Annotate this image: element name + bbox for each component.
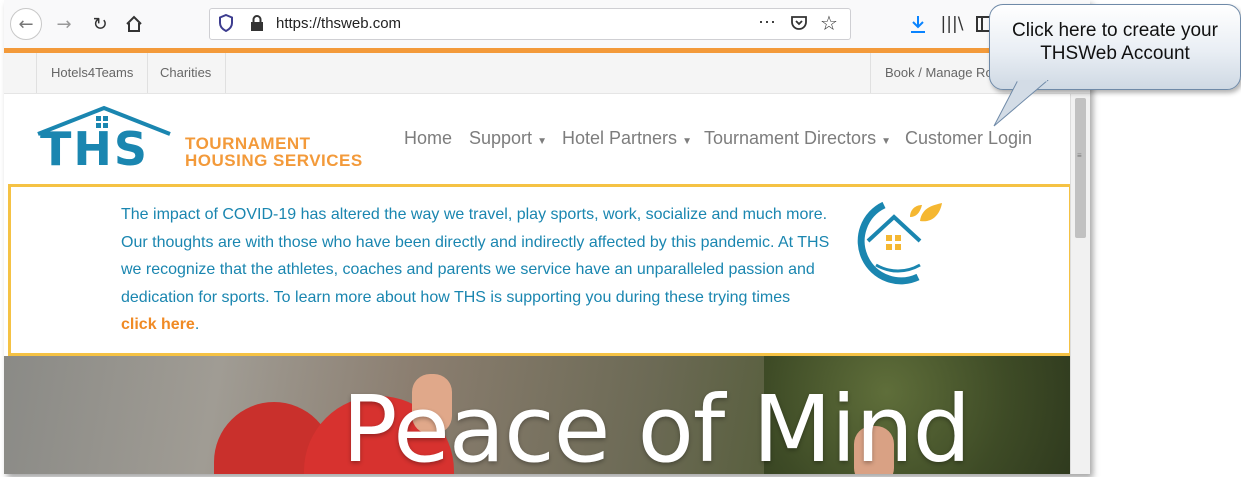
- covid-click-here-link[interactable]: click here: [121, 316, 195, 333]
- covid-link-suffix: .: [194, 316, 200, 333]
- callout-pointer: [993, 80, 1049, 127]
- annotation-callout: Click here to create your THSWeb Account: [989, 4, 1241, 90]
- logo-line-2: HOUSING SERVICES: [185, 151, 363, 170]
- back-arrow-icon[interactable]: ←: [10, 8, 42, 40]
- covid-message: The impact of COVID-19 has altered the w…: [121, 201, 861, 339]
- shield-icon[interactable]: [218, 13, 234, 37]
- home-icon[interactable]: [120, 10, 148, 38]
- covid-notice: The impact of COVID-19 has altered the w…: [8, 184, 1072, 356]
- book-manage-rooms-link[interactable]: Book / Manage Ro: [870, 53, 1007, 93]
- scrollbar-thumb[interactable]: ≡: [1075, 98, 1086, 238]
- browser-window: ← → ↻ https://thsweb.com ⋯ ☆ |||\ Hotels…: [4, 0, 1090, 474]
- caret-down-icon: ▼: [682, 136, 692, 147]
- covid-line: dedication for sports. To learn more abo…: [121, 288, 791, 306]
- nav-home[interactable]: Home: [404, 128, 452, 149]
- callout-line-1: Click here to create your: [1012, 20, 1218, 41]
- url-bar[interactable]: https://thsweb.com ⋯ ☆: [209, 8, 851, 40]
- nav-support[interactable]: Support ▼: [469, 128, 547, 149]
- nav-tournament-directors-label: Tournament Directors: [704, 128, 877, 148]
- charities-link[interactable]: Charities: [146, 53, 227, 93]
- caret-down-icon: ▼: [881, 136, 891, 147]
- hotels4teams-link[interactable]: Hotels4Teams: [36, 53, 149, 93]
- browser-toolbar: ← → ↻ https://thsweb.com ⋯ ☆ |||\: [4, 0, 1090, 49]
- forward-arrow-icon[interactable]: →: [50, 10, 78, 38]
- callout-text: Click here to create your THSWeb Account: [990, 19, 1240, 65]
- nav-customer-login[interactable]: Customer Login: [905, 128, 1032, 149]
- pocket-icon[interactable]: [790, 14, 808, 37]
- logo-mark: THS: [40, 122, 150, 176]
- hero-title: Peace of Mind: [342, 376, 971, 474]
- url-text[interactable]: https://thsweb.com: [276, 15, 401, 32]
- download-icon[interactable]: [904, 10, 932, 38]
- callout-line-2: THSWeb Account: [1040, 43, 1190, 64]
- nav-hotel-partners[interactable]: Hotel Partners ▼: [562, 128, 692, 149]
- house-care-icon: [857, 201, 942, 285]
- star-icon[interactable]: ☆: [820, 11, 838, 35]
- utility-bar: Hotels4Teams Charities Book / Manage Ro: [4, 53, 1090, 94]
- more-icon[interactable]: ⋯: [758, 12, 776, 33]
- nav-tournament-directors[interactable]: Tournament Directors ▼: [704, 128, 891, 149]
- covid-line: Our thoughts are with those who have bee…: [121, 233, 830, 251]
- reload-icon[interactable]: ↻: [86, 10, 114, 38]
- nav-hotel-partners-label: Hotel Partners: [562, 128, 678, 148]
- page-scrollbar[interactable]: ≡: [1070, 94, 1090, 474]
- hero-banner: Peace of Mind: [4, 356, 1070, 474]
- library-icon[interactable]: |||\: [938, 10, 966, 38]
- lock-icon[interactable]: [250, 15, 264, 36]
- ths-logo[interactable]: THS TOURNAMENT HOUSING SERVICES: [34, 104, 374, 176]
- caret-down-icon: ▼: [537, 136, 547, 147]
- covid-line: we recognize that the athletes, coaches …: [121, 261, 815, 278]
- covid-line: The impact of COVID-19 has altered the w…: [121, 206, 828, 223]
- nav-support-label: Support: [469, 128, 533, 148]
- grip-icon: ≡: [1077, 151, 1082, 160]
- site-header: THS TOURNAMENT HOUSING SERVICES Home Sup…: [4, 94, 1070, 184]
